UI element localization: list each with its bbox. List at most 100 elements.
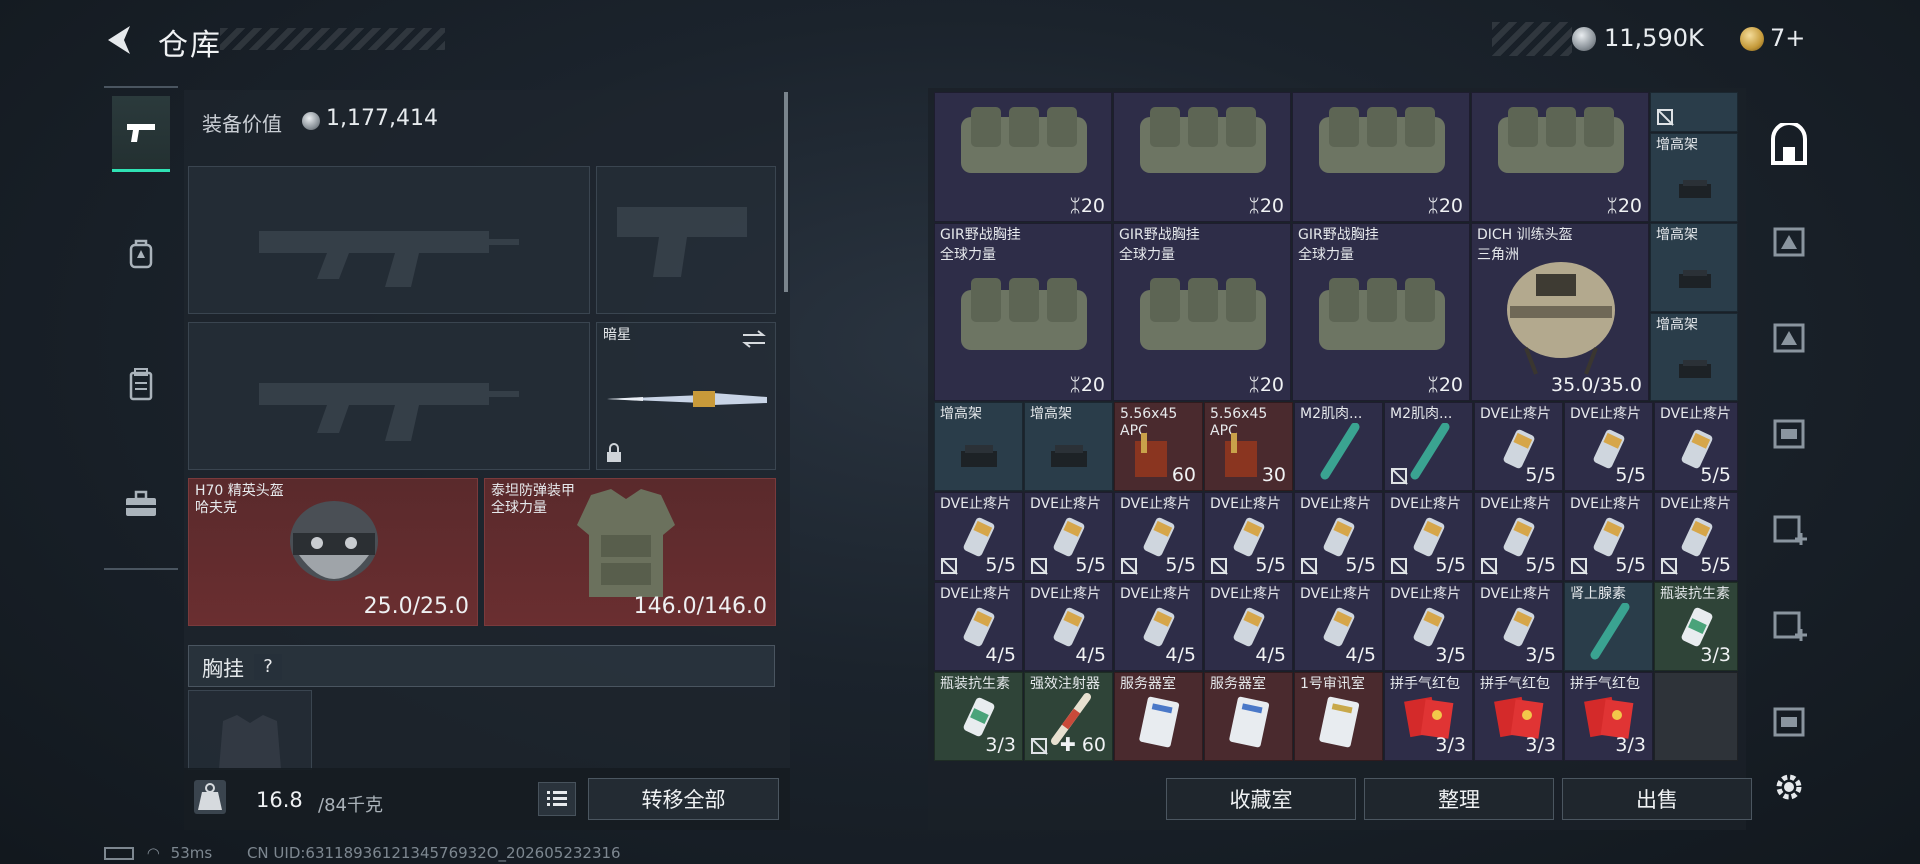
collection-room-button[interactable]: 收藏室 — [1166, 778, 1356, 820]
chest-rig-item-icon — [1140, 107, 1266, 173]
equipment-value-label: 装备价值 — [202, 112, 282, 136]
stash-item[interactable]: 瓶装抗生素 3/3 — [934, 672, 1023, 761]
stash-item[interactable]: DVE止疼片 4/5 — [934, 582, 1023, 671]
stash-item[interactable]: ᛯ20 — [1292, 92, 1470, 222]
knife-icon — [607, 391, 767, 407]
chest-rig-slot[interactable] — [188, 690, 312, 770]
item-name: DVE止疼片 — [1660, 406, 1731, 422]
no-slot-icon — [1481, 558, 1497, 574]
stash-item[interactable]: DVE止疼片 3/5 — [1474, 582, 1563, 671]
stash-item[interactable]: DVE止疼片 4/5 — [1294, 582, 1383, 671]
tab-stash-3[interactable] — [1764, 312, 1814, 362]
stash-item[interactable]: 1号审讯室 — [1294, 672, 1383, 761]
item-name: DVE止疼片 — [1480, 496, 1551, 512]
tab-stash-2[interactable] — [1764, 216, 1814, 266]
stash-item[interactable]: DVE止疼片 5/5 — [1114, 492, 1203, 581]
stash-item[interactable]: 肾上腺素 — [1564, 582, 1653, 671]
stash-item[interactable]: M2肌肉... — [1384, 402, 1473, 491]
stash-item[interactable]: ᛯ20 — [1113, 92, 1291, 222]
back-button[interactable] — [100, 20, 140, 60]
stash-item[interactable]: DVE止疼片 5/5 — [1024, 492, 1113, 581]
item-name: DVE止疼片 — [940, 586, 1011, 602]
stash-item[interactable]: 拼手气红包 3/3 — [1384, 672, 1473, 761]
settings-button[interactable] — [1764, 762, 1814, 812]
stash-item[interactable]: DVE止疼片 5/5 — [1564, 402, 1653, 491]
left-nav — [104, 86, 178, 570]
item-name: DVE止疼片 — [1210, 586, 1281, 602]
stash-item[interactable]: 增高架 — [1650, 223, 1738, 312]
nav-toolbox[interactable] — [112, 466, 170, 542]
user-uid: CN UID:6311893612134576932O_202605232316 — [246, 844, 621, 862]
helmet-slot[interactable]: H70 精英头盔 哈夫克 25.0/25.0 — [188, 478, 478, 626]
help-button[interactable]: ? — [254, 654, 282, 680]
item-name: DVE止疼片 — [940, 496, 1011, 512]
stash-item[interactable]: 增高架 — [1650, 313, 1738, 401]
helmet-icon — [290, 501, 378, 581]
stash-item[interactable]: DVE止疼片 5/5 — [1294, 492, 1383, 581]
stash-item[interactable] — [1650, 92, 1738, 132]
item-name: DVE止疼片 — [1390, 496, 1461, 512]
stash-item[interactable]: GIR野战胸挂 全球力量 ᛯ20 — [1292, 223, 1470, 401]
tab-stash-5[interactable] — [1764, 504, 1814, 554]
stash-item[interactable]: 强效注射器 ✚ 60 — [1024, 672, 1113, 761]
stash-item[interactable]: 瓶装抗生素 3/3 — [1654, 582, 1738, 671]
nav-backpack[interactable] — [112, 216, 170, 292]
secondary-weapon-slot[interactable] — [596, 166, 776, 314]
list-view-button[interactable] — [538, 782, 576, 816]
stash-item[interactable]: GIR野战胸挂 全球力量 ᛯ20 — [1113, 223, 1291, 401]
stash-item[interactable]: 增高架 — [1650, 133, 1738, 222]
stash-item[interactable]: DVE止疼片 5/5 — [1474, 492, 1563, 581]
stash-item[interactable]: 5.56x45 APC 60 — [1114, 402, 1203, 491]
item-name: 1号审讯室 — [1300, 676, 1365, 692]
item-count: 60 — [1171, 464, 1196, 486]
tab-stash-6[interactable] — [1764, 600, 1814, 650]
stash-item[interactable]: 5.56x45 APC 30 — [1204, 402, 1293, 491]
stash-item[interactable]: 服务器室 — [1114, 672, 1203, 761]
swap-icon[interactable] — [741, 329, 767, 349]
nav-rig[interactable] — [112, 346, 170, 422]
stash-item[interactable]: DVE止疼片 5/5 — [934, 492, 1023, 581]
melee-slot[interactable]: 暗星 — [596, 322, 776, 470]
tab-stash-4[interactable] — [1764, 408, 1814, 458]
item-count: 5/5 — [1700, 554, 1731, 576]
nav-weapons[interactable] — [112, 96, 170, 172]
silver-coin-icon — [302, 112, 320, 130]
stash-item[interactable]: DVE止疼片 5/5 — [1654, 402, 1738, 491]
stash-item[interactable]: 拼手气红包 3/3 — [1474, 672, 1563, 761]
add-stash-icon — [1773, 515, 1807, 545]
stash-item[interactable]: GIR野战胸挂 全球力量 ᛯ20 — [934, 223, 1112, 401]
currency-bar: 11,590K 7+ — [1492, 22, 1828, 56]
tab-main-stash[interactable] — [1764, 120, 1814, 170]
sell-button[interactable]: 出售 — [1562, 778, 1752, 820]
second-primary-weapon-slot[interactable] — [188, 322, 590, 470]
item-name: 5.56x45 — [1120, 406, 1178, 422]
tab-stash-7[interactable] — [1764, 696, 1814, 746]
stash-item[interactable]: DVE止疼片 5/5 — [1654, 492, 1738, 581]
stash-item[interactable]: ᛯ20 — [934, 92, 1112, 222]
no-slot-icon — [1301, 558, 1317, 574]
transfer-all-button[interactable]: 转移全部 — [588, 778, 779, 820]
stash-item[interactable]: 拼手气红包 3/3 — [1564, 672, 1653, 761]
stash-item[interactable]: DVE止疼片 4/5 — [1024, 582, 1113, 671]
item-count: ᛯ20 — [1248, 374, 1284, 396]
primary-weapon-slot[interactable] — [188, 166, 590, 314]
stash-item[interactable]: DVE止疼片 4/5 — [1204, 582, 1293, 671]
chest-rig-item-icon — [1140, 278, 1266, 350]
stash-item[interactable]: DVE止疼片 3/5 — [1384, 582, 1473, 671]
stash-item[interactable]: DVE止疼片 5/5 — [1564, 492, 1653, 581]
stash-item[interactable]: 增高架 — [1024, 402, 1113, 491]
stash-item[interactable]: DVE止疼片 5/5 — [1474, 402, 1563, 491]
organize-button[interactable]: 整理 — [1364, 778, 1554, 820]
stash-item[interactable]: 增高架 — [934, 402, 1023, 491]
armor-slot[interactable]: 泰坦防弹装甲 全球力量 146.0/146.0 — [484, 478, 776, 626]
stash-item[interactable]: DVE止疼片 5/5 — [1204, 492, 1293, 581]
stash-item[interactable]: M2肌肉... — [1294, 402, 1383, 491]
equipment-scrollbar[interactable] — [784, 92, 788, 292]
stash-item[interactable]: DVE止疼片 5/5 — [1384, 492, 1473, 581]
stash-item[interactable]: DICH 训练头盔 三角洲 35.0/35.0 — [1471, 223, 1649, 401]
item-count: 4/5 — [1075, 644, 1106, 666]
stash-item[interactable]: ᛯ20 — [1471, 92, 1649, 222]
stash-item[interactable]: 服务器室 — [1204, 672, 1293, 761]
stash-item[interactable]: DVE止疼片 4/5 — [1114, 582, 1203, 671]
empty-stash-slot[interactable] — [1654, 672, 1738, 761]
